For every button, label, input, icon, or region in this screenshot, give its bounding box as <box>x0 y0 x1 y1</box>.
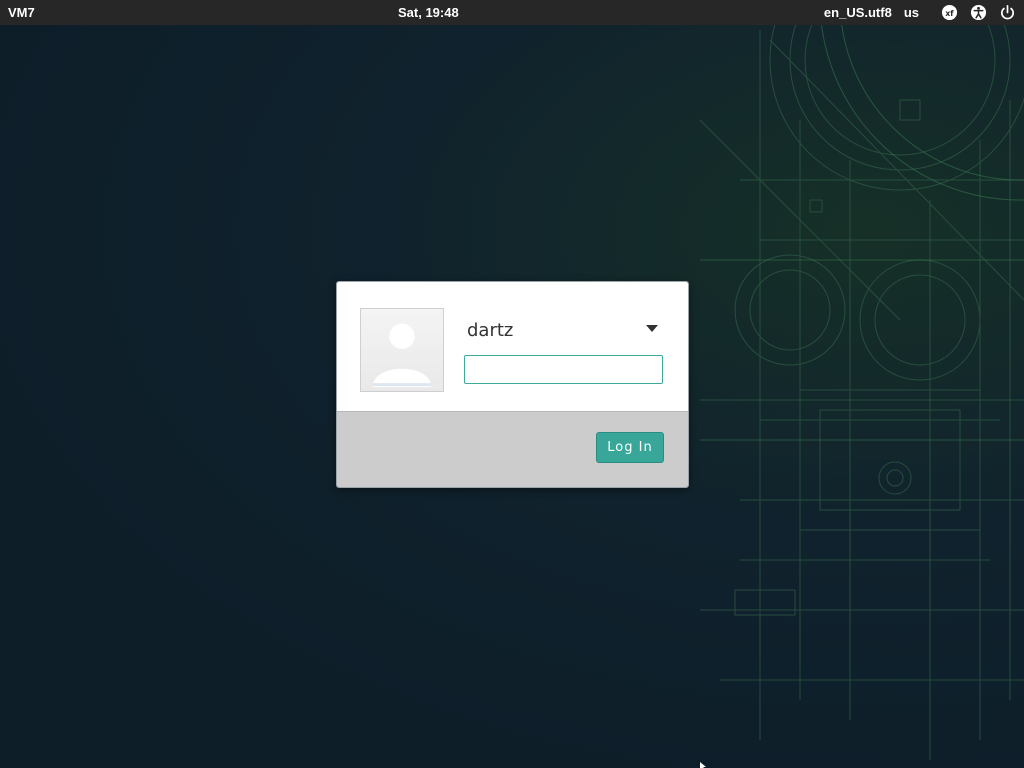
clock-label[interactable]: Sat, 19:48 <box>398 5 478 20</box>
user-silhouette-icon <box>372 323 432 388</box>
xfce-icon[interactable]: xf <box>940 4 958 22</box>
login-button[interactable]: Log In <box>596 432 664 463</box>
power-icon[interactable] <box>998 4 1016 22</box>
locale-indicator[interactable]: en_US.utf8 <box>824 5 892 20</box>
login-button-section: Log In <box>337 411 688 487</box>
svg-text:xf: xf <box>945 9 954 18</box>
password-field[interactable] <box>464 355 663 384</box>
host-label: VM7 <box>8 5 35 20</box>
login-user-section: dartz <box>337 282 688 411</box>
accessibility-icon[interactable] <box>969 4 987 22</box>
username-label: dartz <box>467 320 514 341</box>
desktop: VM7 Sat, 19:48 en_US.utf8 us xf dartz Lo… <box>0 0 1024 768</box>
user-dropdown-icon[interactable] <box>645 324 659 334</box>
mouse-cursor-icon <box>700 762 706 768</box>
login-dialog: dartz Log In <box>336 281 689 488</box>
avatar <box>360 308 444 392</box>
panel-indicators: en_US.utf8 us xf <box>824 0 1016 25</box>
top-panel: VM7 Sat, 19:48 en_US.utf8 us xf <box>0 0 1024 25</box>
keyboard-layout-indicator[interactable]: us <box>904 5 919 20</box>
